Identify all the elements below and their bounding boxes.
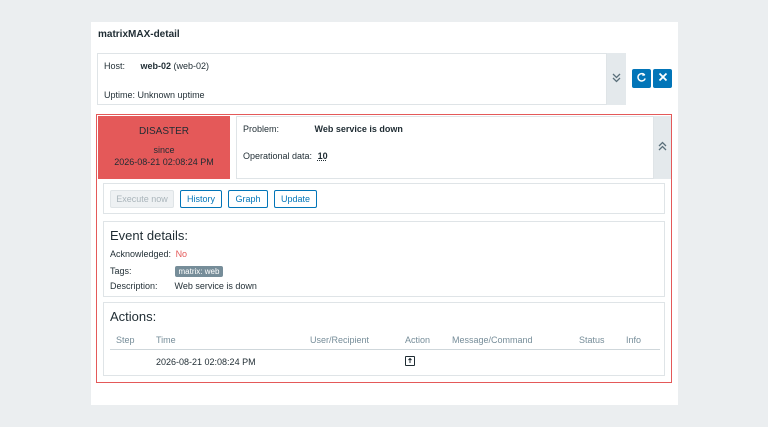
host-row: Host: web-02 (web-02) [104,61,209,71]
uptime-row: Uptime: Unknown uptime [104,90,205,100]
col-info: Info [626,335,642,345]
row-time: 2026-08-21 02:08:24 PM [156,357,256,367]
tag-badge: matrix: web [174,266,224,277]
problem-label: Problem: [243,124,280,134]
close-icon [658,72,668,85]
history-button[interactable]: History [180,190,222,208]
tags-row: Tags: matrix: web [110,266,224,277]
widget-panel: matrixMAX-detail Host: web-02 (web-02) U… [91,22,678,405]
tags-label: Tags: [110,266,132,276]
col-status: Status [579,335,605,345]
actions-heading: Actions: [110,309,157,324]
severity-name: DISASTER [138,126,189,137]
host-visible-name: (web-02) [173,61,210,71]
actions-box: Actions: Step Time User/Recipient Action… [103,302,665,376]
since-time: 2026-08-21 02:08:24 PM [114,157,214,167]
message-icon[interactable] [405,356,415,366]
opdata-value[interactable]: 10 [318,151,328,161]
graph-button[interactable]: Graph [228,190,268,208]
double-chevron-down-icon [612,73,621,86]
description-label: Description: [110,281,158,291]
host-name: web-02 [140,61,172,71]
problem-container: DISASTER since 2026-08-21 02:08:24 PM Pr… [96,114,672,383]
refresh-button[interactable] [632,69,651,88]
uptime-value: Unknown uptime [137,90,205,100]
execute-now-button[interactable]: Execute now [110,190,174,208]
col-step: Step [116,335,135,345]
col-time: Time [156,335,176,345]
uptime-label: Uptime: [104,90,136,100]
col-action: Action [405,335,431,345]
col-message: Message/Command [452,335,533,345]
description-value: Web service is down [174,281,257,291]
table-divider [110,349,660,350]
event-details-box: Event details: Acknowledged: No Tags: ma… [103,221,665,297]
since-label: since [153,145,175,155]
update-button[interactable]: Update [274,190,317,208]
problem-box: Problem: Web service is down Operational… [236,116,654,179]
problem-value: Web service is down [314,124,403,134]
action-button-bar: Execute now History Graph Update [103,183,665,214]
host-info-box: Host: web-02 (web-02) Uptime: Unknown up… [97,53,607,105]
ack-label: Acknowledged: [110,249,172,259]
description-row: Description: Web service is down [110,281,257,291]
opdata-label: Operational data: [243,151,313,161]
widget-title: matrixMAX-detail [98,29,180,40]
opdata-row: Operational data: 10 [243,151,328,161]
host-label: Host: [104,61,126,71]
double-chevron-up-icon [658,141,667,154]
ack-value[interactable]: No [176,249,188,259]
problem-row: Problem: Web service is down [243,124,403,134]
collapse-host-button[interactable] [607,53,626,105]
col-user: User/Recipient [310,335,370,345]
collapse-problem-button[interactable] [654,116,671,179]
severity-block: DISASTER since 2026-08-21 02:08:24 PM [98,116,230,179]
ack-row: Acknowledged: No [110,249,187,259]
event-details-heading: Event details: [110,228,189,243]
refresh-icon [636,72,647,86]
close-button[interactable] [653,69,672,88]
